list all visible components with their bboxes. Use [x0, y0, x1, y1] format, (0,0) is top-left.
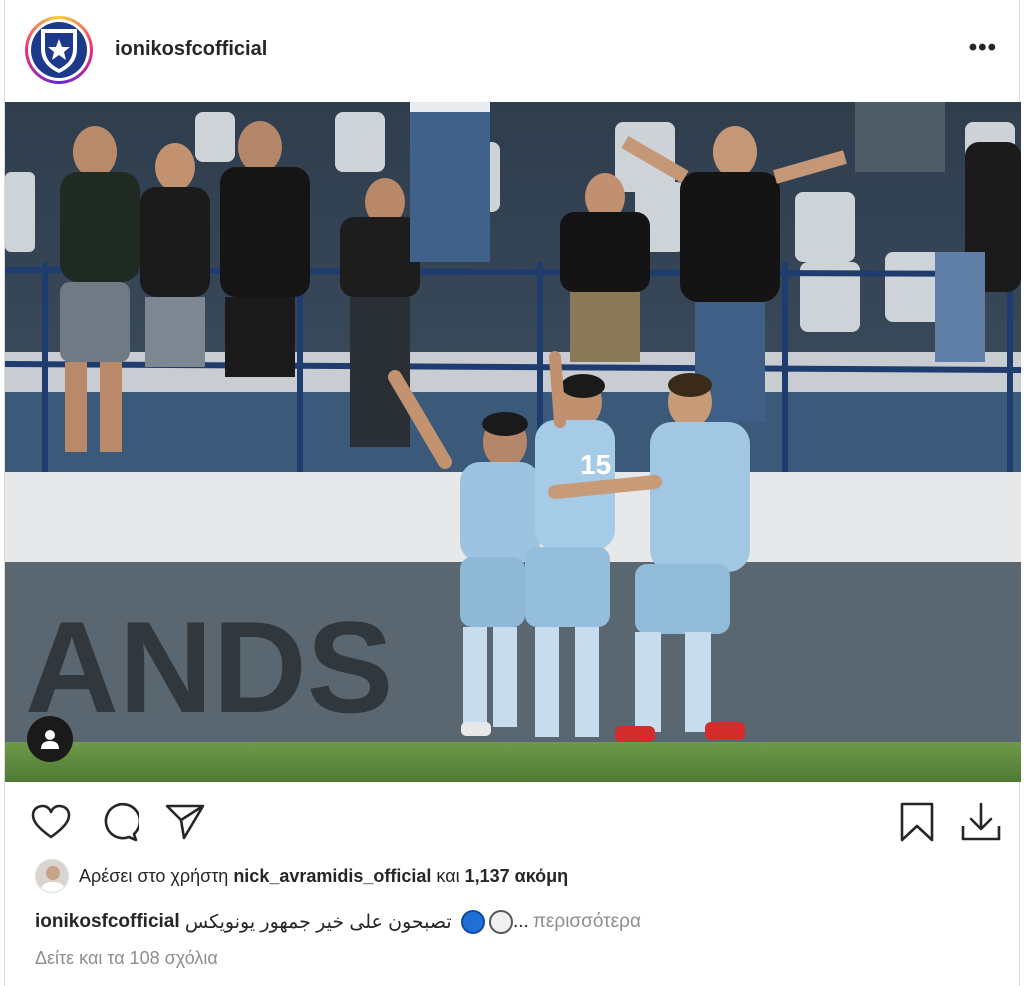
caption-ellipsis: ... [512, 911, 529, 932]
club-crest-logo [31, 22, 87, 78]
likes-conjunction: και [431, 865, 465, 886]
bookmark-icon[interactable] [895, 800, 939, 844]
liker-avatar[interactable] [35, 859, 69, 893]
more-options-icon[interactable]: ••• [969, 36, 997, 60]
likes-summary: Αρέσει στο χρήστη nick_avramidis_officia… [35, 858, 568, 894]
account-username[interactable]: ionikosfcofficial [115, 38, 267, 61]
blue-circle-emoji [460, 910, 485, 934]
liker-username[interactable]: nick_avramidis_official [233, 866, 431, 887]
comment-icon[interactable] [97, 800, 141, 844]
caption-more-link[interactable]: περισσότερα [533, 911, 641, 933]
user-tag-icon[interactable] [27, 716, 73, 762]
view-comments-link[interactable]: Δείτε και τα 108 σχόλια [35, 948, 218, 969]
send-icon[interactable] [163, 800, 207, 844]
white-circle-emoji [488, 910, 513, 934]
download-icon[interactable] [959, 800, 1003, 844]
heart-icon[interactable] [29, 800, 73, 844]
caption-text: تصبحون على خير جمهور يونويكس [179, 911, 457, 933]
post-photo[interactable]: ANDS 15 [5, 102, 1021, 782]
football-celebration-image: ANDS 15 [5, 102, 1021, 782]
post-header: ionikosfcofficial ••• [5, 0, 1019, 102]
post-actions-bar [5, 792, 1019, 852]
instagram-post: ionikosfcofficial ••• ANDS 15 Αρέσει στο… [4, 0, 1021, 986]
likes-prefix: Αρέσει στο χρήστη [79, 865, 234, 886]
account-avatar[interactable] [25, 16, 93, 84]
likes-count[interactable]: 1,137 ακόμη [465, 866, 569, 887]
svg-text:ANDS: ANDS [25, 594, 393, 740]
post-caption: ionikosfcofficial تصبحون على خير جمهور ي… [35, 910, 641, 934]
svg-text:15: 15 [580, 449, 611, 480]
caption-username[interactable]: ionikosfcofficial [35, 911, 180, 933]
